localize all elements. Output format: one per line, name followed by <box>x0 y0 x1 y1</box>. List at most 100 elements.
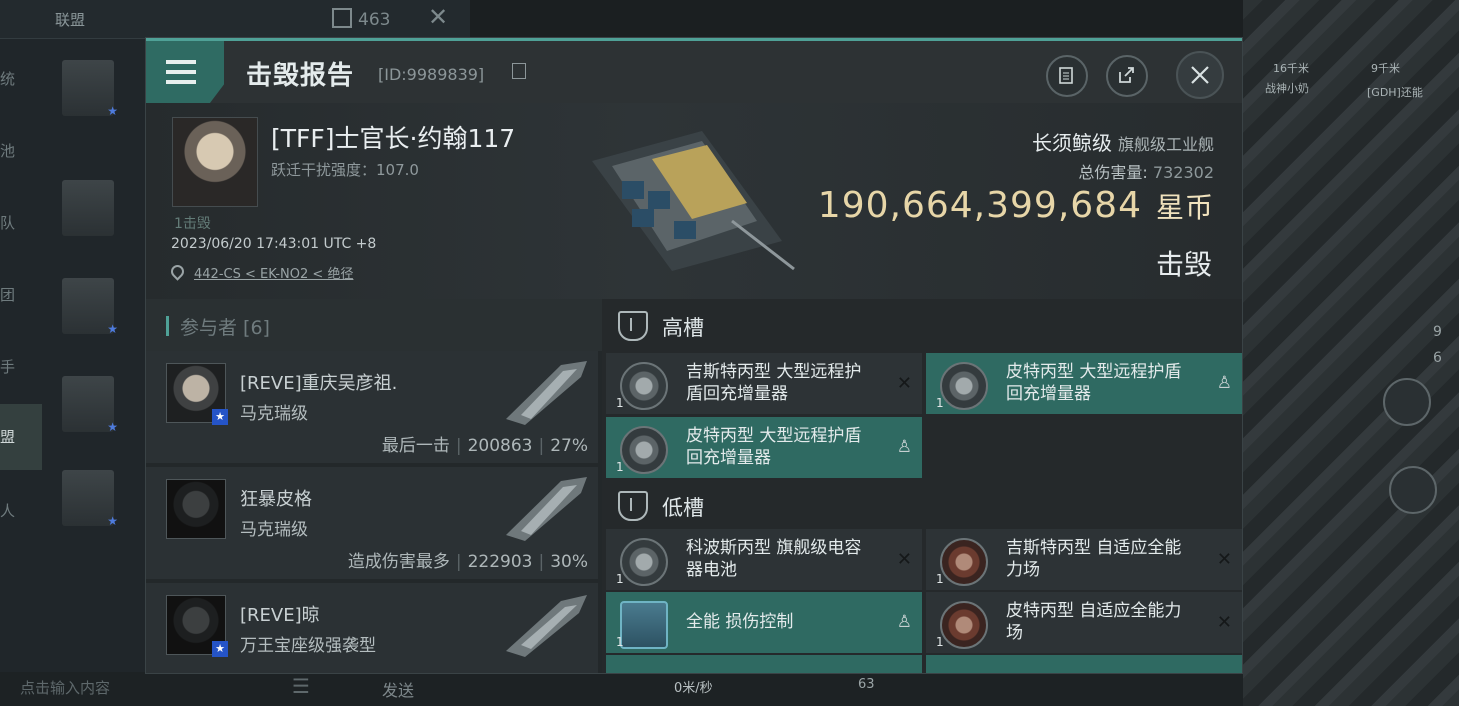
dialog-title: 击毁报告 <box>246 61 355 91</box>
module-slot[interactable]: 1 皮特丙型 大型远程护盾回充增量器 ♙ <box>926 353 1242 414</box>
destroyed-x-icon: ✕ <box>1216 612 1232 633</box>
participant-row[interactable]: ★ [REVE]晾 万王宝座级强袭型 <box>146 583 598 673</box>
adaptive-field-icon <box>940 601 988 649</box>
participant-note: 造成伤害最多 <box>347 552 450 572</box>
copy-id-icon[interactable] <box>512 63 526 79</box>
menu-button[interactable] <box>146 41 224 103</box>
count-b: 6 <box>1433 350 1442 366</box>
overview-chip-distance[interactable]: 16千米 <box>1273 60 1309 76</box>
participant-ship-image <box>506 477 587 541</box>
alliance-tab[interactable]: 联盟 <box>55 9 85 30</box>
member-avatar[interactable]: ★ <box>62 278 118 336</box>
module-slot[interactable]: 1 全能 损伤控制 ♙ <box>606 592 922 653</box>
participant-ship: 马克瑞级 <box>240 404 308 424</box>
participant-stats: 造成伤害最多 | 222903 | 30% <box>347 552 588 572</box>
member-avatar[interactable] <box>62 180 114 236</box>
module-qty: 1 <box>616 635 624 649</box>
total-damage-value: 732302 <box>1152 163 1214 182</box>
dialog-header: 击毁报告 [ID:9989839] <box>146 41 1242 103</box>
side-tab-3[interactable]: 队 <box>0 212 20 233</box>
participant-avatar[interactable]: ★ <box>166 363 228 425</box>
participant-ship: 万王宝座级强袭型 <box>240 636 376 656</box>
chat-menu-icon[interactable]: ☰ <box>292 674 310 698</box>
dropped-person-icon: ♙ <box>1216 373 1232 393</box>
warp-disrupt-strength: 跃迁干扰强度：107.0 <box>271 161 419 179</box>
chat-input[interactable]: 点击输入内容 <box>20 677 110 698</box>
member-avatar[interactable]: ★ <box>62 470 118 528</box>
participant-note: 最后一击 <box>381 436 450 456</box>
speed-number: 63 <box>858 677 875 692</box>
fitting-panel: 高槽 1 吉斯特丙型 大型远程护盾回充增量器 ✕ 1 皮特丙型 大型远程护盾回充… <box>602 299 1242 673</box>
report-id: [ID:9989839] <box>378 65 485 84</box>
overview-chip-name[interactable]: 战神小奶 <box>1265 80 1309 96</box>
star-icon: ★ <box>107 514 118 528</box>
destroyed-x-icon: ✕ <box>896 549 912 570</box>
side-tab-active[interactable]: 盟 <box>0 404 42 470</box>
participant-row[interactable]: 狂暴皮格 马克瑞级 造成伤害最多 | 222903 | 30% <box>146 467 598 579</box>
module-name: 全能 损伤控制 <box>686 612 794 632</box>
participant-damage-pct: 30% <box>550 552 588 572</box>
module-qty: 1 <box>936 635 944 649</box>
participant-damage: 222903 <box>467 552 533 572</box>
ship-type: 长须鲸级 旗舰级工业舰 <box>1032 127 1214 156</box>
victim-name[interactable]: [TFF]士官长·约翰117 <box>271 119 515 155</box>
overview-chip-name-2[interactable]: [GDH]还能 <box>1367 84 1423 100</box>
destroyed-x-icon: ✕ <box>1216 549 1232 570</box>
module-slot[interactable]: 1 皮特丙型 大型远程护盾回充增量器 ♙ <box>606 417 922 478</box>
member-count-value: 463 <box>358 10 391 30</box>
total-damage: 总伤害量: 732302 <box>1078 159 1214 183</box>
alliance-header: 联盟 463 ✕ <box>0 0 470 39</box>
victim-info: [TFF]士官长·约翰117 跃迁干扰强度：107.0 1击毁 2023/06/… <box>146 103 1242 299</box>
side-tab-7[interactable]: 人 <box>0 500 20 521</box>
module-slot[interactable]: 1 吉斯特丙型 自适应全能力场 ✕ <box>926 529 1242 590</box>
close-button[interactable] <box>1176 51 1224 99</box>
close-icon <box>1191 66 1209 84</box>
victim-portrait[interactable] <box>172 117 258 207</box>
member-avatar[interactable]: ★ <box>62 376 118 434</box>
module-slot[interactable]: 1 科波斯丙型 旗舰级电容器电池 ✕ <box>606 529 922 590</box>
star-icon: ★ <box>107 420 118 434</box>
dropped-person-icon: ♙ <box>896 437 912 457</box>
kill-location: 442-CS < EK-NO2 < 绝径 <box>194 267 354 282</box>
participant-avatar[interactable]: ★ <box>166 595 228 657</box>
victim-kill-count: 1击毁 <box>174 216 211 232</box>
side-tab-5[interactable]: 手 <box>0 356 20 377</box>
kill-status: 击毁 <box>1155 248 1212 281</box>
module-slot-partial[interactable] <box>606 655 922 673</box>
ship-name[interactable]: 长须鲸级 <box>1032 131 1112 155</box>
module-slot[interactable]: 1 皮特丙型 自适应全能力场 ✕ <box>926 592 1242 653</box>
low-slot-icon <box>618 491 648 521</box>
shield-booster-icon <box>940 362 988 410</box>
count-a: 9 <box>1433 324 1442 340</box>
participant-damage: 200863 <box>467 436 533 456</box>
side-tab-4[interactable]: 团 <box>0 284 20 305</box>
side-tab-2[interactable]: 池 <box>0 140 20 161</box>
participant-ship-image <box>506 595 587 657</box>
adaptive-field-icon <box>940 538 988 586</box>
total-damage-label: 总伤害量: <box>1078 163 1148 182</box>
module-slot-partial[interactable] <box>926 655 1242 673</box>
clipboard-button[interactable] <box>1046 55 1088 97</box>
shield-booster-icon <box>620 362 668 410</box>
module-qty: 1 <box>616 572 624 586</box>
send-button[interactable]: 发送 <box>382 677 414 701</box>
eye-icon[interactable] <box>1383 378 1431 426</box>
background-space-view: 16千米 战神小奶 9千米 [GDH]还能 9 6 <box>1243 0 1459 706</box>
kill-location-link[interactable]: 442-CS < EK-NO2 < 绝径 <box>168 262 354 282</box>
module-qty: 1 <box>616 460 624 474</box>
overview-chip-distance-2[interactable]: 9千米 <box>1371 60 1400 76</box>
participant-row[interactable]: ★ [REVE]重庆吴彦祖. 马克瑞级 最后一击 | 200863 | 27% <box>146 351 598 463</box>
member-avatar[interactable]: ★ <box>62 60 118 118</box>
participant-avatar[interactable] <box>166 479 226 539</box>
dropped-person-icon: ♙ <box>896 612 912 632</box>
speed-readout: 0米/秒 <box>674 681 713 696</box>
participant-name: [REVE]重庆吴彦祖. <box>240 373 398 394</box>
share-button[interactable] <box>1106 55 1148 97</box>
module-name: 吉斯特丙型 自适应全能力场 <box>1006 538 1182 580</box>
participant-stats: 最后一击 | 200863 | 27% <box>381 436 588 456</box>
module-slot[interactable]: 1 吉斯特丙型 大型远程护盾回充增量器 ✕ <box>606 353 922 414</box>
swap-icon[interactable] <box>1389 466 1437 514</box>
close-panel-icon[interactable]: ✕ <box>428 3 448 31</box>
side-tab-1[interactable]: 统 <box>0 68 20 89</box>
participant-name: 狂暴皮格 <box>240 489 312 510</box>
